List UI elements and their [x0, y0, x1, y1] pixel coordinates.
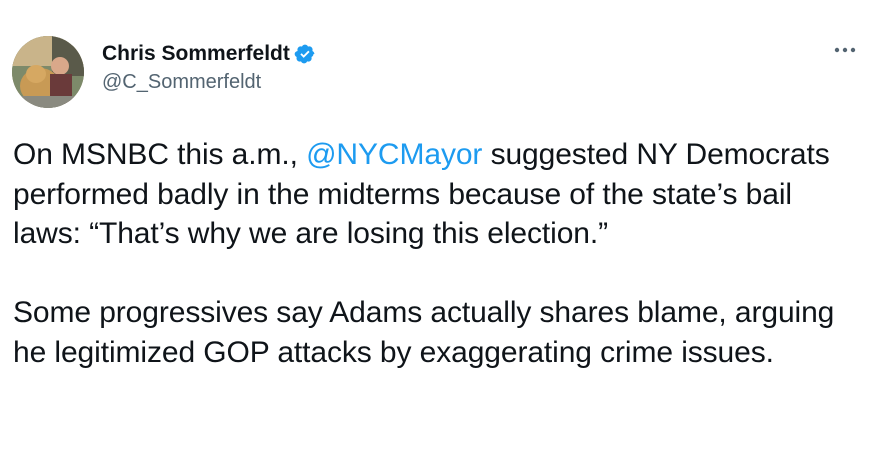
avatar[interactable]: [12, 36, 84, 108]
author-identity: Chris Sommerfeldt @C_Sommerfeldt: [102, 41, 316, 95]
tweet-paragraph-2: Some progressives say Adams actually sha…: [13, 296, 835, 369]
tweet-header: Chris Sommerfeldt @C_Sommerfeldt: [12, 36, 316, 108]
tweet-text: On MSNBC this a.m., @NYCMayor suggested …: [13, 135, 863, 372]
more-options-button[interactable]: [830, 40, 860, 60]
verified-badge-icon: [294, 43, 316, 65]
author-display-name[interactable]: Chris Sommerfeldt: [102, 41, 290, 67]
tweet-text-segment: On MSNBC this a.m.,: [13, 138, 307, 171]
tweet-paragraph-1: On MSNBC this a.m., @NYCMayor suggested …: [13, 135, 863, 254]
profile-photo-icon: [12, 36, 84, 108]
author-name-row[interactable]: Chris Sommerfeldt: [102, 41, 316, 67]
author-handle[interactable]: @C_Sommerfeldt: [102, 69, 316, 95]
more-options-icon: [834, 47, 856, 53]
tweet-card: Chris Sommerfeldt @C_Sommerfeldt On MSNB…: [0, 0, 872, 470]
mention-link[interactable]: @NYCMayor: [306, 138, 482, 171]
